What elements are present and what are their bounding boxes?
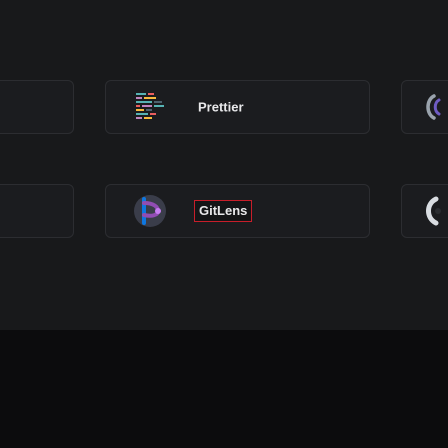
- gitlens-icon: [134, 195, 166, 227]
- extension-card-right-partial[interactable]: [401, 80, 448, 134]
- partial-extension-icon: [426, 94, 441, 120]
- bottom-panel: [0, 330, 448, 448]
- extension-card-left-partial-2[interactable]: [0, 184, 74, 238]
- extension-name: Prettier: [198, 99, 244, 115]
- extensions-page: Prettier GitLens: [0, 0, 448, 448]
- partial-extension-icon-2: [426, 196, 441, 226]
- prettier-icon: [136, 93, 164, 119]
- extension-card-gitlens[interactable]: GitLens: [105, 184, 370, 238]
- extension-card-prettier[interactable]: Prettier: [105, 80, 370, 134]
- extension-card-left-partial[interactable]: [0, 80, 74, 134]
- extension-name-highlighted: GitLens: [194, 200, 253, 222]
- extension-card-right-partial-2[interactable]: [401, 184, 448, 238]
